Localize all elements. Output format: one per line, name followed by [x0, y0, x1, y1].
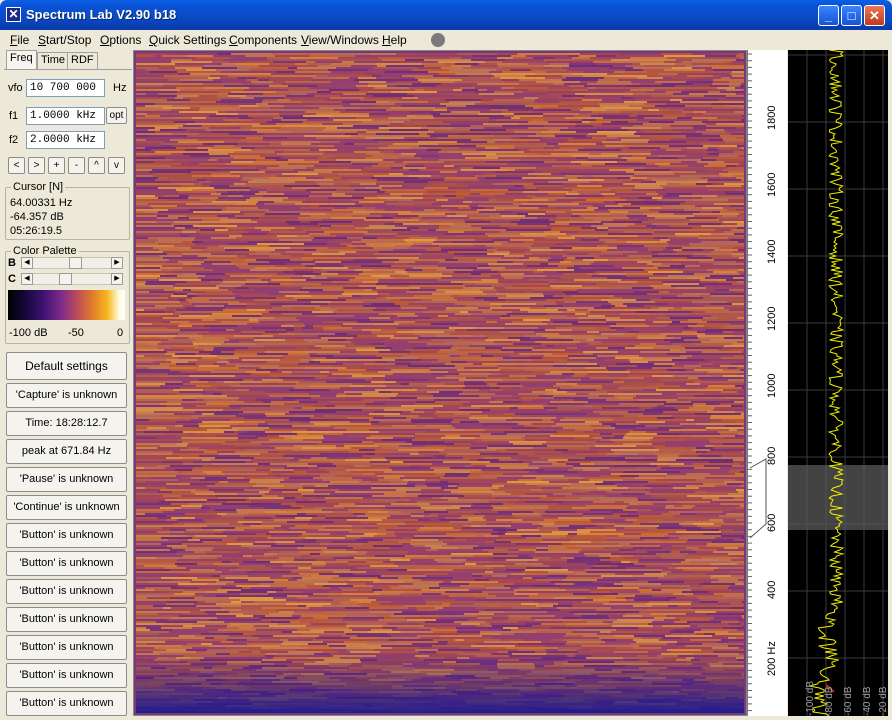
user-button-7[interactable]: 'Button' is unknown — [6, 691, 127, 716]
status-led-icon — [431, 33, 445, 47]
vfo-label: vfo — [8, 82, 23, 94]
spectrum-display[interactable]: -100 dB -80 dB -60 dB -40 dB -20 dB — [788, 50, 889, 716]
tab-rdf[interactable]: RDF — [67, 52, 98, 69]
color-palette-bar[interactable] — [8, 290, 125, 320]
freq-tick-label: 200 Hz — [766, 641, 778, 676]
cursor-frequency: 64.00331 Hz — [10, 197, 73, 209]
f1-label: f1 — [9, 110, 19, 122]
tab-freq[interactable]: Freq — [6, 50, 37, 70]
f2-label: f2 — [9, 134, 19, 146]
color-palette-title: Color Palette — [11, 245, 79, 257]
capture-button[interactable]: 'Capture' is unknown — [6, 383, 127, 408]
continue-button[interactable]: 'Continue' is unknown — [6, 495, 127, 520]
palette-scale-max: 0 — [117, 327, 124, 339]
close-button[interactable]: ✕ — [864, 5, 885, 26]
freq-tick-label: 1600 — [766, 172, 778, 197]
brightness-thumb[interactable] — [69, 257, 82, 269]
brightness-label: B — [8, 257, 16, 269]
tab-time[interactable]: Time — [37, 52, 70, 69]
cursor-group-title: Cursor [N] — [11, 181, 66, 193]
menu-quick-settings[interactable]: Quick Settings — [149, 33, 226, 47]
contrast-thumb[interactable] — [59, 273, 72, 285]
zoom-in-button[interactable]: + — [48, 157, 65, 174]
vfo-unit: Hz — [113, 82, 127, 94]
user-button-4[interactable]: 'Button' is unknown — [6, 607, 127, 632]
control-panel: Freq Time RDF vfo 10 700 000 Hz f1 1.000… — [4, 50, 132, 718]
brightness-left-arrow[interactable]: ◀ — [21, 257, 33, 269]
passband-marker[interactable] — [749, 458, 767, 539]
freq-tick-label: 400 — [766, 580, 778, 599]
contrast-label: C — [8, 273, 16, 285]
brightness-right-arrow[interactable]: ▶ — [111, 257, 123, 269]
freq-tick-label: 800 — [766, 446, 778, 465]
user-button-5[interactable]: 'Button' is unknown — [6, 635, 127, 660]
user-button-3[interactable]: 'Button' is unknown — [6, 579, 127, 604]
tab-divider — [4, 69, 132, 70]
palette-scale-min: -100 dB — [9, 327, 48, 339]
db-axis-label: -60 dB — [843, 686, 854, 716]
db-axis-label: -80 dB — [824, 686, 835, 716]
user-button-2[interactable]: 'Button' is unknown — [6, 551, 127, 576]
contrast-slider[interactable] — [33, 273, 111, 285]
spectrum-graph[interactable] — [788, 50, 888, 716]
freq-tick-label: 1400 — [766, 239, 778, 264]
menu-bar: File Start/Stop Options Quick Settings C… — [4, 30, 888, 50]
frequency-scale[interactable]: 1800 1600 1400 1200 1000 800 600 400 200… — [747, 50, 787, 716]
vfo-field[interactable]: 10 700 000 — [26, 79, 105, 97]
user-button-1[interactable]: 'Button' is unknown — [6, 523, 127, 548]
title-bar[interactable]: ✕ Spectrum Lab V2.90 b18 _ □ ✕ — [0, 0, 892, 30]
maximize-button[interactable]: □ — [841, 5, 862, 26]
cursor-time: 05:26:19.5 — [10, 225, 62, 237]
menu-components[interactable]: Components — [229, 33, 297, 47]
menu-help[interactable]: Help — [382, 33, 407, 47]
waterfall-display[interactable] — [133, 50, 747, 716]
freq-tick-label: 1000 — [766, 373, 778, 398]
scroll-right-button[interactable]: > — [28, 157, 45, 174]
freq-tick-label: 1800 — [766, 105, 778, 130]
app-icon[interactable]: ✕ — [6, 7, 21, 22]
menu-options[interactable]: Options — [100, 33, 141, 47]
scroll-left-button[interactable]: < — [8, 157, 25, 174]
contrast-left-arrow[interactable]: ◀ — [21, 273, 33, 285]
waterfall-spectrogram[interactable] — [136, 53, 744, 713]
menu-file[interactable]: File — [10, 33, 29, 47]
minimize-button[interactable]: _ — [818, 5, 839, 26]
cursor-level: -64.357 dB — [10, 211, 64, 223]
peak-button[interactable]: peak at 671.84 Hz — [6, 439, 127, 464]
scroll-down-button[interactable]: v — [108, 157, 125, 174]
menu-view-windows[interactable]: View/Windows — [301, 33, 379, 47]
default-settings-button[interactable]: Default settings — [6, 352, 127, 380]
f2-field[interactable]: 2.0000 kHz — [26, 131, 105, 149]
db-axis-label: -40 dB — [862, 686, 873, 716]
user-button-6[interactable]: 'Button' is unknown — [6, 663, 127, 688]
zoom-out-button[interactable]: - — [68, 157, 85, 174]
pause-button[interactable]: 'Pause' is unknown — [6, 467, 127, 492]
f1-options-button[interactable]: opt — [106, 107, 127, 124]
db-axis-label: -20 dB — [878, 686, 889, 716]
contrast-right-arrow[interactable]: ▶ — [111, 273, 123, 285]
brightness-slider[interactable] — [33, 257, 111, 269]
menu-start-stop[interactable]: Start/Stop — [38, 33, 91, 47]
freq-tick-label: 1200 — [766, 306, 778, 331]
freq-tick-label: 600 — [766, 513, 778, 532]
db-axis-label: -100 dB — [805, 680, 816, 716]
time-button[interactable]: Time: 18:28:12.7 — [6, 411, 127, 436]
palette-scale-mid: -50 — [68, 327, 84, 339]
f1-field[interactable]: 1.0000 kHz — [26, 107, 105, 125]
scroll-up-button[interactable]: ^ — [88, 157, 105, 174]
window-title: Spectrum Lab V2.90 b18 — [26, 7, 177, 22]
